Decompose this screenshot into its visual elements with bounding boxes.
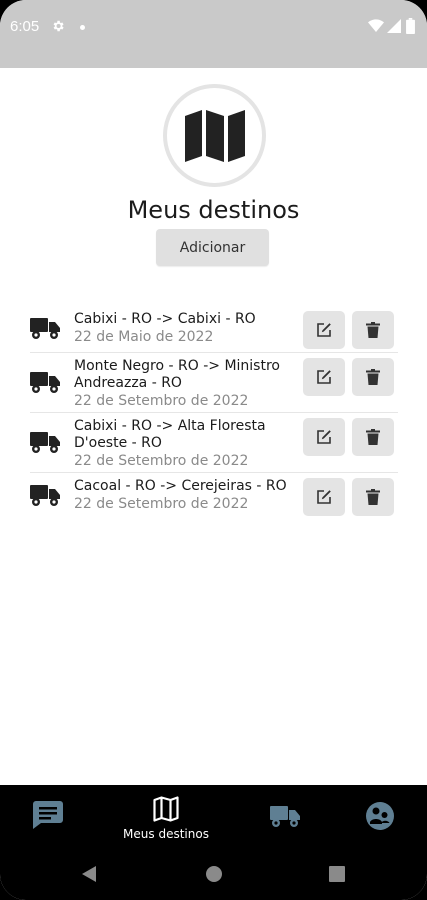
home-icon[interactable] — [205, 865, 223, 883]
destination-route: Cabixi - RO -> Alta Floresta D'oeste - R… — [74, 418, 266, 451]
destination-text: Cacoal - RO -> Cerejeiras - RO 22 de Set… — [74, 478, 289, 513]
destination-date: 22 de Setembro de 2022 — [74, 496, 249, 512]
trash-icon — [366, 322, 380, 338]
header-icon-circle — [163, 84, 266, 187]
battery-icon — [406, 18, 415, 34]
edit-icon — [317, 323, 331, 337]
trash-icon — [366, 369, 380, 385]
status-bar: 6:05 — [0, 0, 427, 68]
destination-route: Monte Negro - RO -> Ministro Andreazza -… — [74, 358, 280, 391]
truck-icon — [30, 318, 60, 339]
edit-icon — [317, 370, 331, 384]
profile-icon — [366, 802, 394, 830]
edit-button[interactable] — [303, 478, 345, 516]
delete-button[interactable] — [352, 358, 394, 396]
destination-date: 22 de Setembro de 2022 — [74, 393, 249, 409]
edit-button[interactable] — [303, 418, 345, 456]
destination-date: 22 de Setembro de 2022 — [74, 453, 249, 469]
list-item: Monte Negro - RO -> Ministro Andreazza -… — [30, 353, 398, 413]
notification-dot-icon — [80, 25, 85, 30]
app-screen: 6:05 Meus destinos Adicionar Cabixi - RO… — [0, 0, 427, 900]
gear-icon — [53, 20, 64, 32]
trash-icon — [366, 429, 380, 445]
destination-date: 22 de Maio de 2022 — [74, 329, 214, 345]
destination-text: Monte Negro - RO -> Ministro Andreazza -… — [74, 358, 289, 410]
edit-button[interactable] — [303, 311, 345, 349]
truck-icon — [30, 372, 60, 393]
edit-button[interactable] — [303, 358, 345, 396]
truck-icon — [270, 806, 300, 827]
truck-icon — [30, 485, 60, 506]
page-title: Meus destinos — [127, 196, 300, 224]
map-icon — [184, 109, 245, 162]
status-time: 6:05 — [10, 18, 40, 35]
back-icon[interactable] — [82, 866, 98, 882]
wifi-icon — [368, 19, 384, 32]
edit-icon — [317, 490, 331, 504]
truck-icon — [30, 432, 60, 453]
map-icon — [153, 796, 179, 822]
destination-route: Cabixi - RO -> Cabixi - RO — [74, 311, 256, 327]
nav-item-profile[interactable] — [345, 785, 415, 848]
bottom-navigation: Meus destinos — [0, 785, 427, 848]
nav-item-messages[interactable] — [0, 785, 100, 848]
destination-route: Cacoal - RO -> Cerejeiras - RO — [74, 478, 287, 494]
delete-button[interactable] — [352, 478, 394, 516]
delete-button[interactable] — [352, 418, 394, 456]
chat-icon — [33, 801, 63, 829]
edit-icon — [317, 430, 331, 444]
nav-label-meus-destinos: Meus destinos — [123, 827, 209, 841]
list-item: Cabixi - RO -> Cabixi - RO 22 de Maio de… — [30, 306, 398, 353]
destination-text: Cabixi - RO -> Alta Floresta D'oeste - R… — [74, 418, 289, 470]
add-destination-button[interactable]: Adicionar — [156, 229, 269, 266]
delete-button[interactable] — [352, 311, 394, 349]
system-navigation-bar — [0, 848, 427, 900]
trash-icon — [366, 489, 380, 505]
list-item: Cabixi - RO -> Alta Floresta D'oeste - R… — [30, 413, 398, 473]
destination-text: Cabixi - RO -> Cabixi - RO 22 de Maio de… — [74, 311, 289, 346]
nav-item-vehicles[interactable] — [250, 785, 320, 848]
nav-item-meus-destinos[interactable]: Meus destinos — [110, 785, 222, 848]
signal-icon — [387, 19, 401, 33]
list-item: Cacoal - RO -> Cerejeiras - RO 22 de Set… — [30, 473, 398, 520]
recents-icon[interactable] — [329, 866, 345, 882]
